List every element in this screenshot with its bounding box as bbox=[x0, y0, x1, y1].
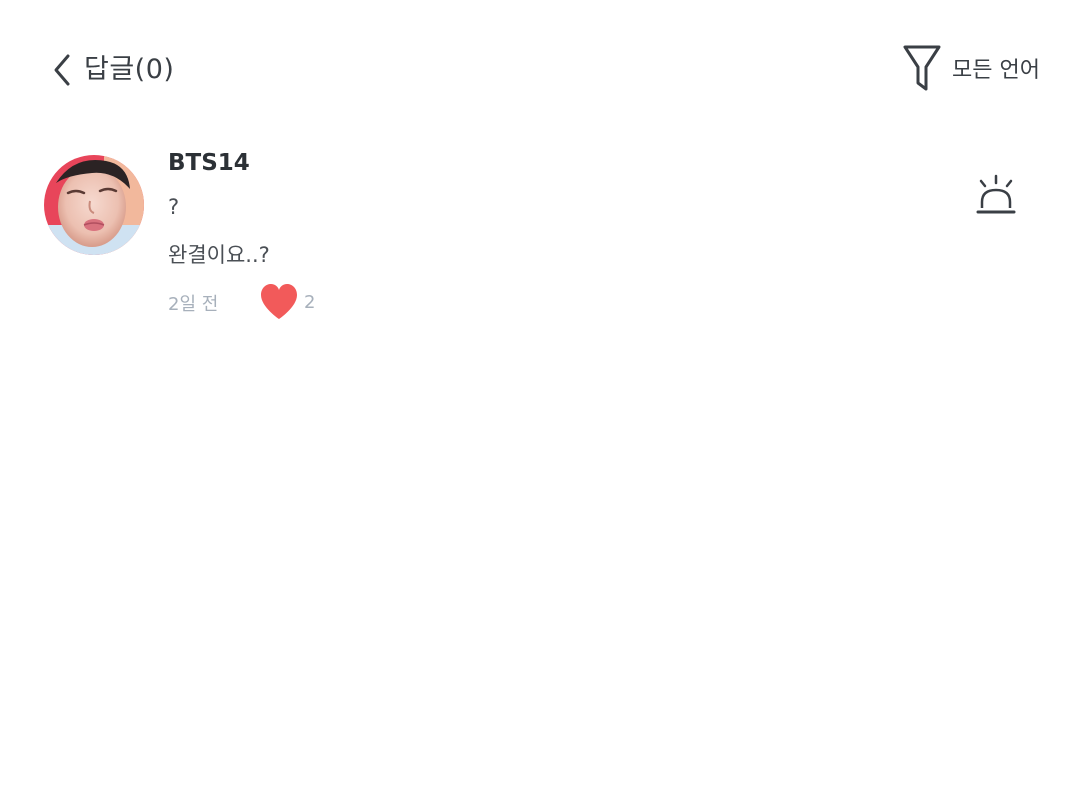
comment-text-line: 완결이요..? bbox=[168, 243, 270, 267]
language-filter-button[interactable]: 모든 언어 bbox=[902, 42, 1040, 94]
like-button[interactable]: 2 bbox=[258, 282, 315, 322]
chevron-left-icon bbox=[54, 54, 70, 86]
heart-icon bbox=[258, 282, 300, 322]
reply-page: 답글(0) 모든 언어 BTS14 ? 완결이요..? 2일 전 2 bbox=[0, 0, 1080, 810]
comment-item: BTS14 ? 완결이요..? 2일 전 2 bbox=[0, 140, 1080, 340]
comment-text-line: ? bbox=[168, 195, 180, 219]
back-button[interactable] bbox=[44, 50, 80, 90]
funnel-icon bbox=[902, 42, 942, 94]
avatar[interactable] bbox=[44, 155, 144, 255]
siren-icon bbox=[976, 174, 1016, 214]
comment-timestamp: 2일 전 bbox=[168, 294, 219, 315]
comment-username[interactable]: BTS14 bbox=[168, 150, 250, 176]
language-filter-label: 모든 언어 bbox=[952, 58, 1040, 83]
header: 답글(0) 모든 언어 bbox=[0, 0, 1080, 140]
like-count: 2 bbox=[304, 291, 316, 313]
page-title: 답글(0) bbox=[84, 54, 175, 85]
report-button[interactable] bbox=[970, 170, 1022, 222]
